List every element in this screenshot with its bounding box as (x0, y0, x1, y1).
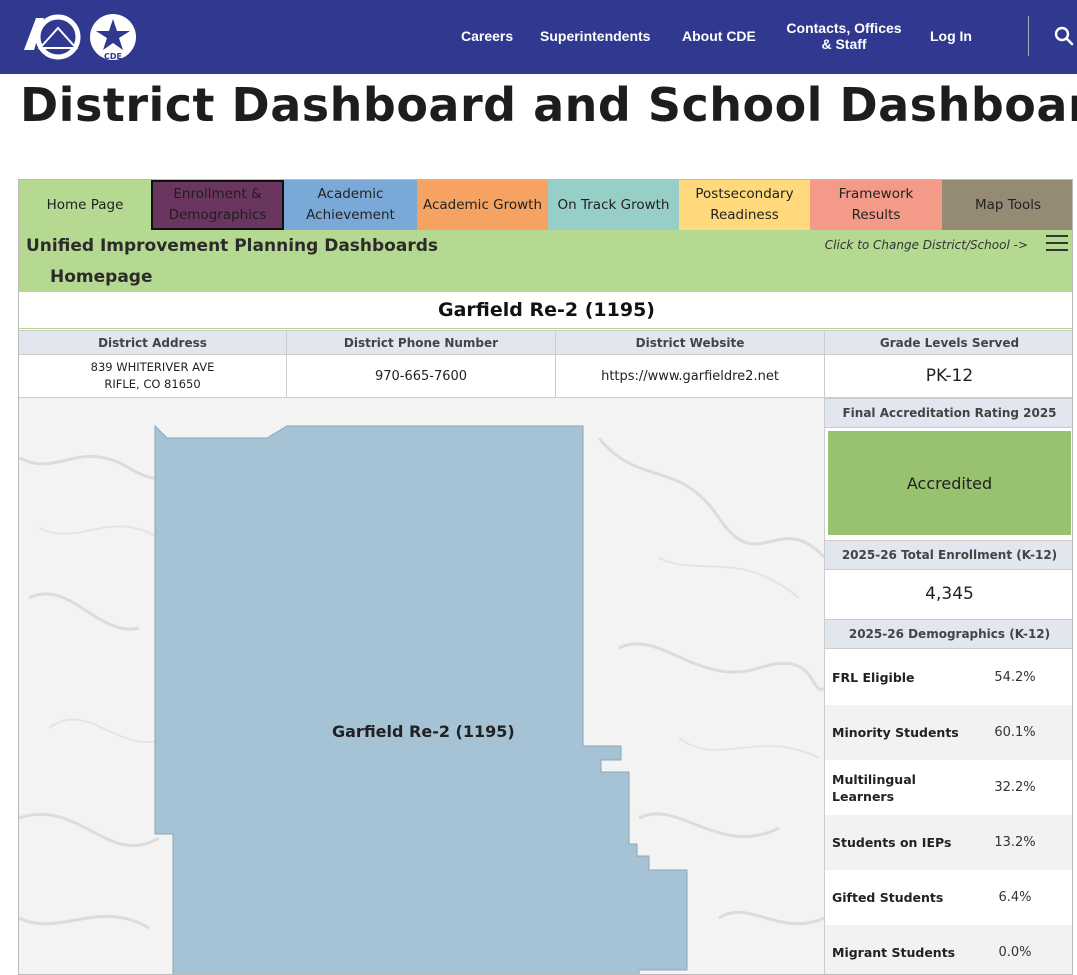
cde-logo-icon[interactable]: CDE (18, 10, 138, 64)
demographic-row: Multilingual Learners 32.2% (825, 760, 1072, 815)
demographic-label: FRL Eligible (832, 670, 915, 685)
district-phone-value: 970-665-7600 (287, 355, 555, 398)
district-address-value: 839 WHITERIVER AVE RIFLE, CO 81650 (19, 355, 286, 398)
district-address-header: District Address (19, 330, 286, 355)
demographic-value: 13.2% (994, 835, 1036, 850)
dashboard-header-band: Unified Improvement Planning Dashboards … (19, 230, 1072, 292)
demographic-value: 60.1% (994, 725, 1036, 740)
enrollment-header: 2025-26 Total Enrollment (K-12) (825, 540, 1072, 570)
demographic-value: 0.0% (998, 945, 1032, 960)
demographic-row: FRL Eligible 54.2% (825, 650, 1072, 705)
district-map[interactable]: Garfield Re-2 (1195) (19, 398, 825, 974)
accreditation-header: Final Accreditation Rating 2025 (825, 398, 1072, 428)
nav-divider (1028, 16, 1029, 56)
nav-superintendents[interactable]: Superintendents (540, 28, 650, 44)
demographic-label: Multilingual Learners (832, 771, 916, 804)
address-line-1: 839 WHITERIVER AVE (90, 360, 215, 374)
demographic-value: 32.2% (994, 780, 1036, 795)
demographic-value: 54.2% (994, 670, 1036, 685)
dashboard-tabs: Home Page Enrollment & Demographics Acad… (19, 180, 1072, 230)
tab-framework-results[interactable]: Framework Results (810, 180, 942, 230)
dashboard-frame: Home Page Enrollment & Demographics Acad… (18, 179, 1073, 975)
nav-about-cde[interactable]: About CDE (682, 28, 756, 44)
district-website-cell: District Website https://www.garfieldre2… (556, 330, 825, 398)
district-name-heading: Garfield Re-2 (1195) (19, 292, 1072, 329)
nav-careers[interactable]: Careers (461, 28, 513, 44)
search-icon[interactable] (1052, 24, 1076, 48)
enrollment-value: 4,345 (925, 584, 974, 604)
menu-icon[interactable] (1046, 235, 1068, 253)
grade-levels-cell: Grade Levels Served PK-12 (825, 330, 1072, 398)
district-website-header: District Website (556, 330, 824, 355)
district-website-link[interactable]: https://www.garfieldre2.net (556, 355, 824, 398)
tab-home-page[interactable]: Home Page (19, 180, 151, 230)
address-line-2: RIFLE, CO 81650 (104, 377, 201, 391)
grade-levels-header: Grade Levels Served (825, 330, 1072, 355)
demographic-label: Students on IEPs (832, 835, 952, 850)
district-phone-cell: District Phone Number 970-665-7600 (287, 330, 556, 398)
demographic-row: Students on IEPs 13.2% (825, 815, 1072, 870)
demographic-row: Migrant Students 0.0% (825, 925, 1072, 974)
district-summary-panel: Final Accreditation Rating 2025 Accredit… (825, 398, 1072, 974)
district-info-grid: District Address 839 WHITERIVER AVE RIFL… (19, 330, 1072, 398)
nav-contacts[interactable]: Contacts, Offices & Staff (786, 20, 902, 52)
map-district-label: Garfield Re-2 (1195) (332, 722, 515, 741)
tab-postsecondary-readiness[interactable]: Postsecondary Readiness (679, 180, 810, 230)
tab-on-track-growth[interactable]: On Track Growth (548, 180, 679, 230)
logo-text: CDE (104, 52, 122, 61)
demographic-label: Minority Students (832, 725, 959, 740)
map-terrain (19, 398, 824, 974)
demographic-value: 6.4% (998, 890, 1032, 905)
page-title: District Dashboard and School Dashboard (20, 78, 1077, 132)
demographic-label: Migrant Students (832, 945, 956, 960)
demographic-row: Minority Students 60.1% (825, 705, 1072, 760)
demographic-label: Gifted Students (832, 890, 944, 905)
nav-log-in[interactable]: Log In (930, 28, 972, 44)
change-district-link[interactable]: Click to Change District/School -> (825, 238, 1028, 252)
accreditation-rating-tile: Accredited (828, 431, 1071, 535)
top-navigation-bar: CDE Careers Superintendents About CDE Co… (0, 0, 1077, 74)
tab-map-tools[interactable]: Map Tools (942, 180, 1072, 230)
tab-academic-growth[interactable]: Academic Growth (417, 180, 548, 230)
demographics-header: 2025-26 Demographics (K-12) (825, 619, 1072, 649)
dashboard-subtitle: Homepage (50, 267, 153, 287)
tab-enrollment-demographics[interactable]: Enrollment & Demographics (151, 180, 284, 230)
dashboard-title: Unified Improvement Planning Dashboards (26, 236, 439, 256)
demographic-row: Gifted Students 6.4% (825, 870, 1072, 925)
tab-academic-achievement[interactable]: Academic Achievement (284, 180, 417, 230)
district-address-cell: District Address 839 WHITERIVER AVE RIFL… (19, 330, 287, 398)
grade-levels-value: PK-12 (825, 355, 1072, 398)
district-phone-header: District Phone Number (287, 330, 555, 355)
